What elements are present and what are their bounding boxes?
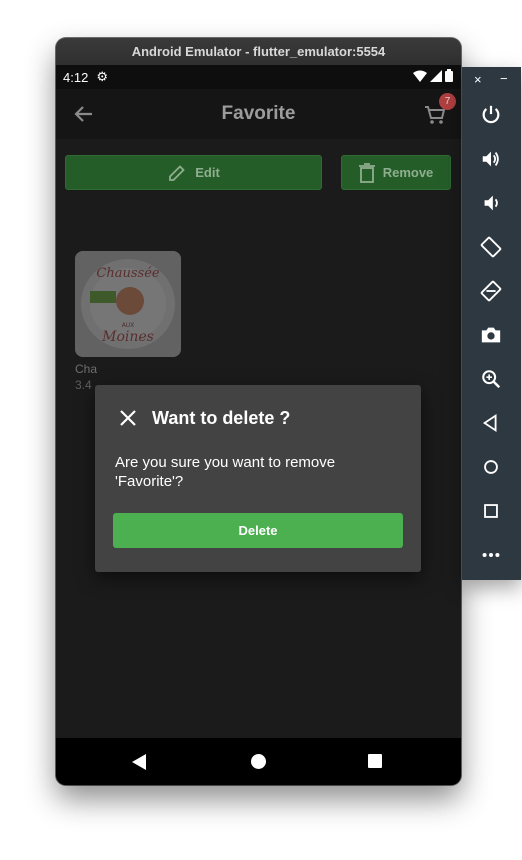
app-bar: Favorite 7	[56, 89, 461, 139]
product-price: 3.4	[75, 378, 92, 392]
emulator-side-toolbar: × −	[462, 67, 521, 580]
power-icon[interactable]	[479, 103, 503, 127]
phone-screen: 4:12 ⚙ Favorite 7 Edit Remove Chaussée A…	[56, 65, 461, 785]
nav-bar	[56, 738, 461, 785]
edit-button-label: Edit	[195, 165, 220, 180]
favorite-content: Edit Remove Chaussée AUX Moines Cha 3.4 …	[56, 139, 461, 739]
toolbar-minimize-button[interactable]: −	[500, 71, 508, 86]
status-time: 4:12	[63, 69, 89, 85]
status-bar: 4:12 ⚙	[56, 65, 461, 89]
edit-button[interactable]: Edit	[65, 155, 322, 190]
trash-icon	[358, 162, 375, 183]
camera-icon[interactable]	[479, 323, 503, 347]
close-icon[interactable]	[119, 409, 137, 427]
nav-recents-icon[interactable]	[368, 754, 382, 768]
pencil-icon	[169, 164, 185, 181]
toolbar-close-button[interactable]: ×	[474, 72, 482, 87]
remove-button-label: Remove	[382, 165, 434, 180]
product-name: Cha	[75, 362, 98, 376]
remove-button[interactable]: Remove	[341, 155, 451, 190]
volume-up-icon[interactable]	[479, 147, 503, 171]
rotate-right-icon[interactable]	[479, 279, 503, 303]
delete-dialog: Want to delete ? Are you sure you want t…	[95, 385, 421, 572]
overview-icon[interactable]	[479, 499, 503, 523]
zoom-icon[interactable]	[479, 367, 503, 391]
cart-count-badge: 7	[439, 93, 456, 110]
gear-icon: ⚙	[96, 69, 108, 84]
more-icon[interactable]	[479, 543, 503, 567]
product-sub-text: Moines	[101, 329, 154, 345]
product-brand-text: Chaussée	[96, 266, 159, 281]
nav-home-icon[interactable]	[251, 754, 266, 769]
volume-down-icon[interactable]	[479, 191, 503, 215]
home-icon[interactable]	[479, 455, 503, 479]
nav-back-icon[interactable]	[132, 754, 146, 770]
signal-icon	[430, 69, 442, 82]
wifi-icon	[413, 70, 427, 82]
emulator-window: Android Emulator - flutter_emulator:5554…	[56, 38, 461, 785]
rotate-left-icon[interactable]	[479, 235, 503, 259]
delete-button[interactable]: Delete	[113, 513, 403, 548]
product-aux-text: AUX	[122, 322, 135, 329]
window-title: Android Emulator - flutter_emulator:5554	[56, 38, 461, 66]
battery-icon	[445, 69, 453, 82]
dialog-title: Want to delete ?	[152, 408, 291, 428]
page-title: Favorite	[221, 103, 296, 124]
product-card[interactable]: Chaussée AUX Moines	[75, 251, 181, 357]
dialog-message: Are you sure you want to remove 'Favorit…	[115, 454, 336, 490]
product-image: Chaussée AUX Moines	[75, 251, 181, 357]
back-icon[interactable]	[479, 411, 503, 435]
